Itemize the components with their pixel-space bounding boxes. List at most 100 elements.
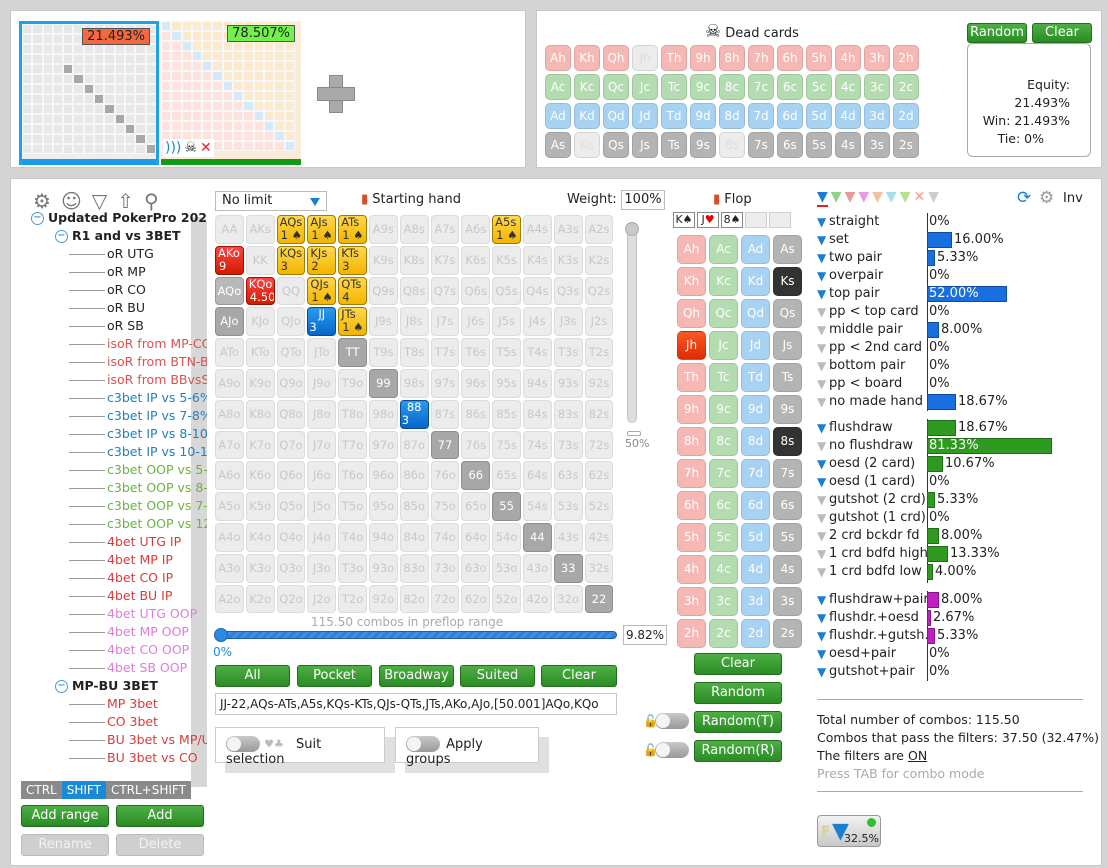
funnel-icon[interactable]: ▼ xyxy=(817,663,829,681)
flop-card-3h[interactable]: 3h xyxy=(677,587,706,616)
hand-cell-72o[interactable]: 72o xyxy=(430,584,460,614)
hand-cell-88[interactable]: 88 3 xyxy=(399,399,429,429)
suit-selection-toggle[interactable] xyxy=(226,736,260,752)
hand-cell-T3s[interactable]: T3s xyxy=(553,338,583,367)
hand-cell-97o[interactable]: 97o xyxy=(368,430,398,460)
dead-card-4c[interactable]: 4c xyxy=(835,74,861,100)
filter-row[interactable]: ▼ gutshot+pair 0% xyxy=(817,663,950,681)
funnel-icon[interactable]: ▼ xyxy=(817,375,829,393)
flop-card-4d[interactable]: 4d xyxy=(741,555,770,584)
all-button[interactable]: All xyxy=(215,665,290,687)
hand-cell-74s[interactable]: 74s xyxy=(522,430,552,460)
flop-card-Kd[interactable]: Kd xyxy=(741,267,770,296)
hand-cell-K9s[interactable]: K9s xyxy=(368,245,398,275)
dead-card-2h[interactable]: 2h xyxy=(893,45,919,71)
hand-cell-T6o[interactable]: T6o xyxy=(338,461,367,491)
funnel-icon[interactable]: ▼ xyxy=(817,591,829,609)
hand-cell-QJs[interactable]: QJs 1 ♠ xyxy=(307,276,337,306)
suit-selection-option[interactable]: ♥♣ Suit selection xyxy=(215,727,385,767)
tree-item[interactable]: c3bet OOP vs 7-8 xyxy=(19,497,207,515)
funnel-icon[interactable]: ▼ xyxy=(817,249,829,267)
dead-card-3s[interactable]: 3s xyxy=(864,132,890,158)
hand-cell-J5s[interactable]: J5s xyxy=(492,307,521,337)
filter-blue-icon[interactable]: ▼ xyxy=(817,189,828,207)
hand-cell-J3s[interactable]: J3s xyxy=(553,307,583,337)
range-thumbnail-hero[interactable]: 21.493% xyxy=(19,21,159,165)
tree-item[interactable]: c3bet IP vs 8-10% xyxy=(19,425,207,443)
hand-cell-96s[interactable]: 96s xyxy=(461,368,491,398)
collapse-icon[interactable]: − xyxy=(31,212,44,225)
hand-cell-K6s[interactable]: K6s xyxy=(461,245,491,275)
filter-row[interactable]: ▼ 1 crd bdfd high 13.33% xyxy=(817,545,1000,563)
hand-cell-KJo[interactable]: KJo xyxy=(245,307,275,337)
flop-card-7h[interactable]: 7h xyxy=(677,459,706,488)
hand-cell-Q6o[interactable]: Q6o xyxy=(276,461,306,491)
funnel-icon[interactable]: ▼ xyxy=(817,213,829,231)
tree-item[interactable]: − Updated PokerPro 2021 xyxy=(19,209,207,227)
hand-cell-82o[interactable]: 82o xyxy=(399,584,429,614)
funnel-icon[interactable]: ▼ xyxy=(817,357,829,375)
filter-row[interactable]: ▼ gutshot (1 crd) 0% xyxy=(817,509,950,527)
dead-random-button[interactable]: Random xyxy=(967,23,1027,43)
hand-cell-87o[interactable]: 87o xyxy=(399,430,429,460)
hand-cell-Q2o[interactable]: Q2o xyxy=(276,584,306,614)
flop-card-3s[interactable]: 3s xyxy=(773,587,802,616)
hand-cell-J7o[interactable]: J7o xyxy=(307,430,337,460)
hand-cell-93o[interactable]: 93o xyxy=(368,553,398,583)
dead-card-5h[interactable]: 5h xyxy=(806,45,832,71)
hand-cell-33[interactable]: 33 xyxy=(553,553,583,583)
hand-cell-75o[interactable]: 75o xyxy=(430,492,460,521)
flop-card-2c[interactable]: 2c xyxy=(709,619,738,648)
flop-card-7s[interactable]: 7s xyxy=(773,459,802,488)
gear-icon[interactable]: ⚙ xyxy=(1039,188,1054,208)
funnel-icon[interactable]: ▼ xyxy=(817,455,829,473)
tree-item[interactable]: 4bet UTG IP xyxy=(19,533,207,551)
flop-card-Ts[interactable]: Ts xyxy=(773,363,802,392)
range-percent-input[interactable]: 9.82% xyxy=(623,625,667,645)
hand-cell-92s[interactable]: 92s xyxy=(584,368,614,398)
funnel-icon[interactable]: ▼ xyxy=(817,563,829,581)
game-type-select[interactable]: No limit xyxy=(215,191,327,211)
dead-card-4d[interactable]: 4d xyxy=(835,103,861,129)
dead-card-Jh[interactable]: Jh xyxy=(632,45,658,71)
dead-card-8c[interactable]: 8c xyxy=(719,74,745,100)
hand-cell-Q3o[interactable]: Q3o xyxy=(276,553,306,583)
hand-cell-K3s[interactable]: K3s xyxy=(553,245,583,275)
flop-card-9c[interactable]: 9c xyxy=(709,395,738,424)
hand-cell-AA[interactable]: AA xyxy=(215,215,244,244)
hand-cell-J4s[interactable]: J4s xyxy=(522,307,552,337)
flop-card-2s[interactable]: 2s xyxy=(773,619,802,648)
hand-cell-74o[interactable]: 74o xyxy=(430,522,460,552)
tree-item[interactable]: BU 3bet vs MP/U xyxy=(19,731,207,749)
tree-item[interactable]: 4bet SB OOP xyxy=(19,659,207,677)
hand-cell-QTs[interactable]: QTs 4 xyxy=(338,276,367,306)
range-thumbnail-villain[interactable]: 78.507% ))) ☠ ✕ xyxy=(161,21,301,165)
filter-row[interactable]: ▼ pp < 2nd card 0% xyxy=(817,339,950,357)
flop-card-6s[interactable]: 6s xyxy=(773,491,802,520)
tree-item[interactable]: MP 3bet xyxy=(19,695,207,713)
hand-cell-A6o[interactable]: A6o xyxy=(215,461,244,491)
filter-row[interactable]: ▼ flushdr.+oesd 2.67% xyxy=(817,609,974,627)
hand-cell-Q7o[interactable]: Q7o xyxy=(276,430,306,460)
hand-cell-62s[interactable]: 62s xyxy=(584,461,614,491)
hand-cell-T7s[interactable]: T7s xyxy=(430,338,460,367)
hand-cell-A5s[interactable]: A5s 1 ♠ xyxy=(492,215,521,244)
hand-cell-JJ[interactable]: JJ 3 xyxy=(307,307,337,337)
refresh-icon[interactable]: ⟳ xyxy=(1017,188,1031,208)
weight-slider[interactable] xyxy=(625,222,639,423)
hand-cell-86s[interactable]: 86s xyxy=(461,399,491,429)
add-range-button[interactable]: Add range xyxy=(21,805,109,827)
flop-card-8c[interactable]: 8c xyxy=(709,427,738,456)
filter-row[interactable]: ▼ straight 0% xyxy=(817,213,950,231)
hand-cell-J5o[interactable]: J5o xyxy=(307,492,337,521)
hand-cell-95s[interactable]: 95s xyxy=(492,368,521,398)
funnel-icon[interactable]: ▼ xyxy=(817,491,829,509)
hand-cell-93s[interactable]: 93s xyxy=(553,368,583,398)
hand-cell-J7s[interactable]: J7s xyxy=(430,307,460,337)
flop-card-6h[interactable]: 6h xyxy=(677,491,706,520)
flop-card-Tc[interactable]: Tc xyxy=(709,363,738,392)
flop-card-Qc[interactable]: Qc xyxy=(709,299,738,328)
flop-card-Ad[interactable]: Ad xyxy=(741,235,770,264)
hand-cell-54o[interactable]: 54o xyxy=(492,522,521,552)
dead-card-As[interactable]: As xyxy=(545,132,571,158)
